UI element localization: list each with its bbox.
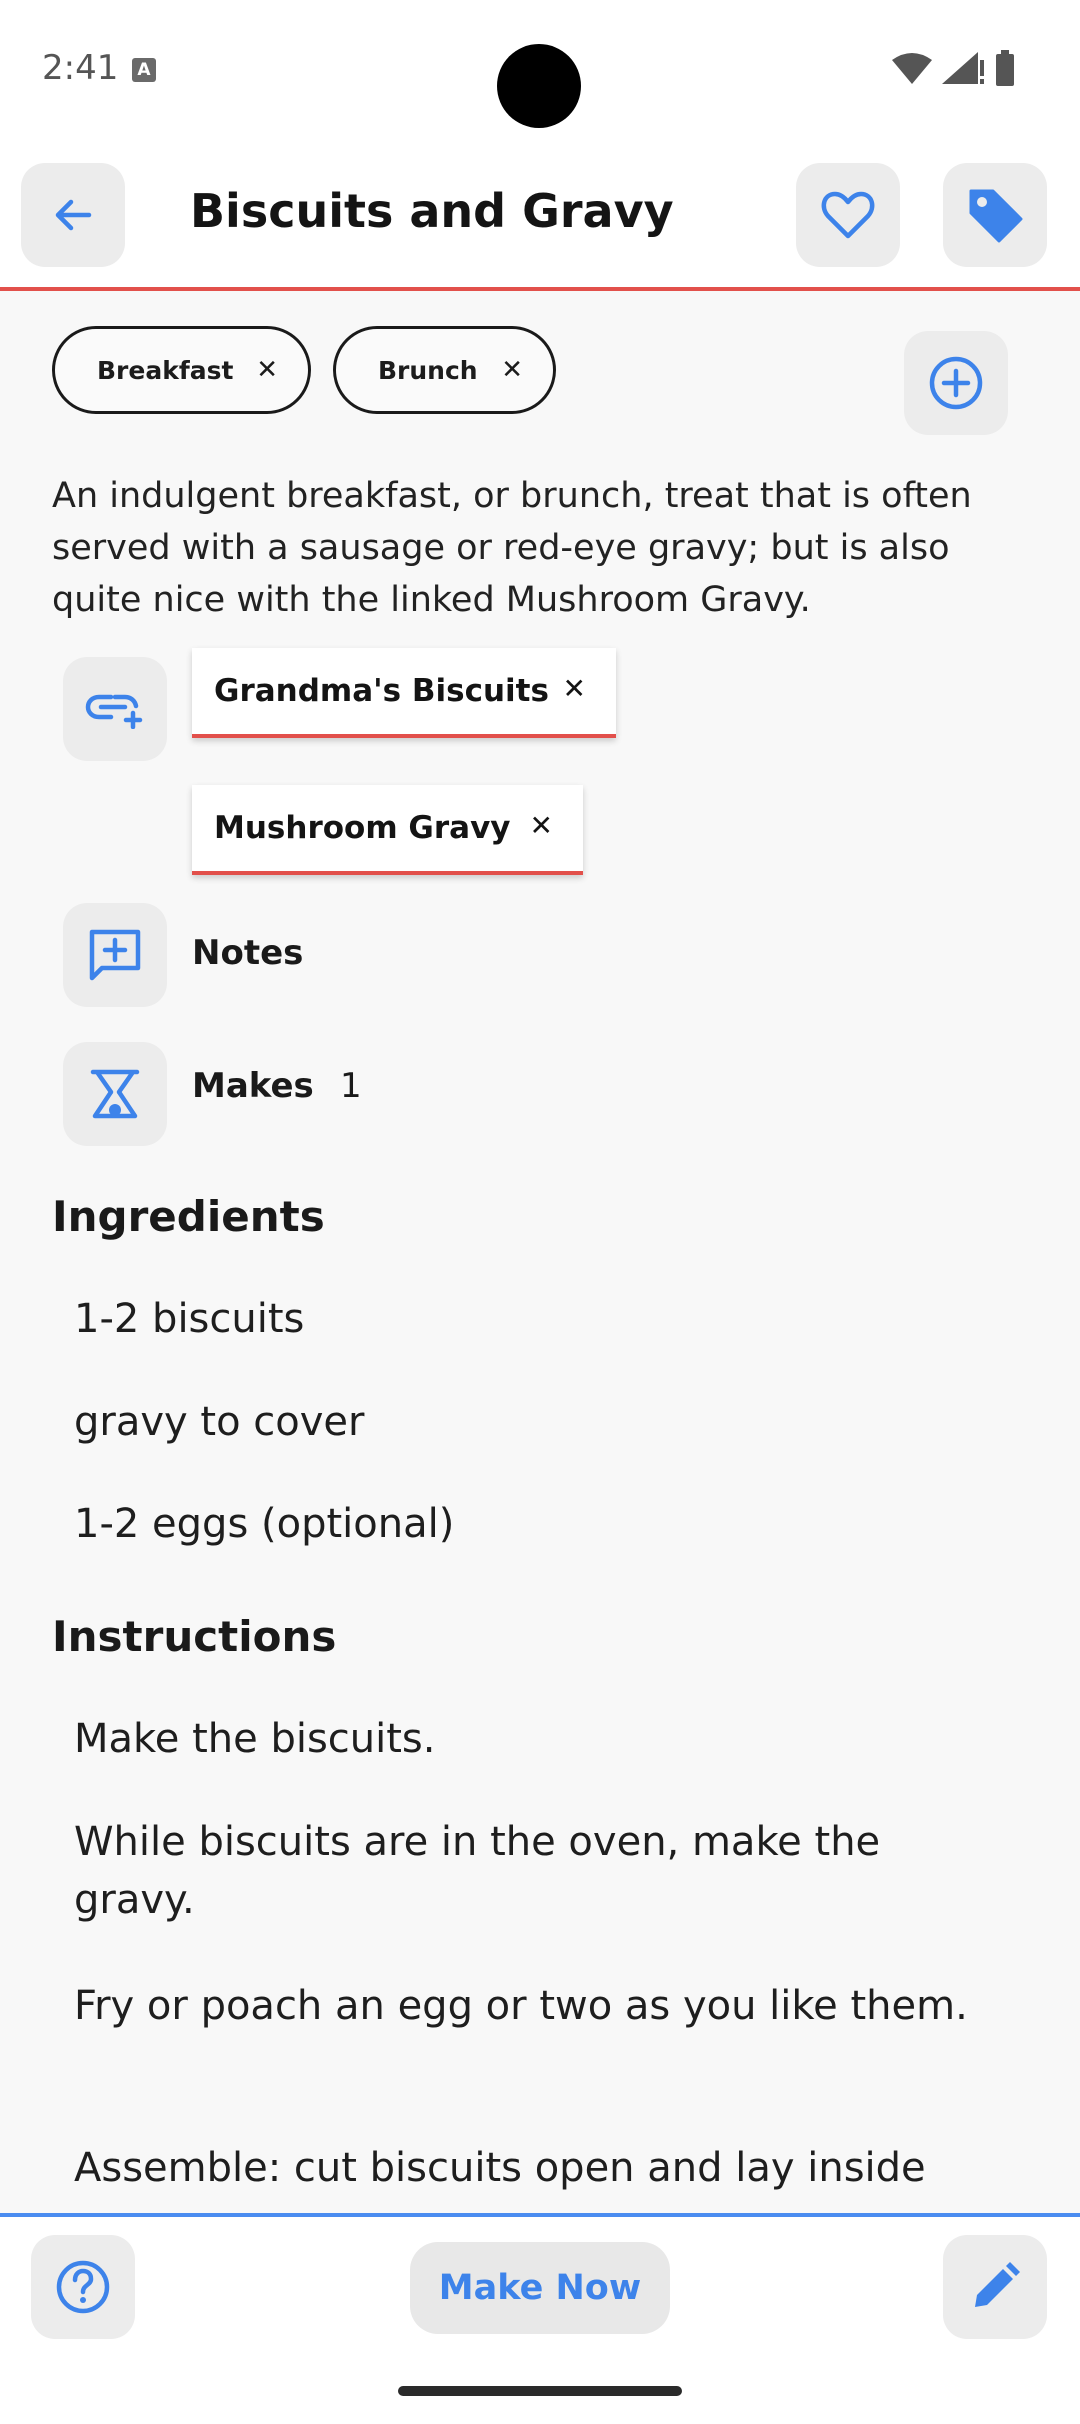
tag-chip-label: Breakfast bbox=[97, 355, 234, 385]
edit-button[interactable] bbox=[943, 2235, 1047, 2339]
status-icons bbox=[892, 50, 1014, 86]
status-bar: 2:41 A bbox=[0, 0, 1080, 145]
heart-outline-icon bbox=[821, 191, 875, 239]
add-link-icon bbox=[85, 694, 143, 729]
add-link-button[interactable] bbox=[63, 657, 167, 761]
add-circle-icon bbox=[929, 356, 983, 410]
ingredient-item[interactable]: gravy to cover bbox=[74, 1393, 1004, 1451]
pencil-icon bbox=[975, 2262, 1020, 2307]
makes-button[interactable] bbox=[63, 1042, 167, 1146]
status-time: 2:41 bbox=[42, 48, 119, 88]
help-circle-icon bbox=[56, 2260, 110, 2314]
add-tag-button[interactable] bbox=[904, 331, 1008, 435]
add-comment-icon bbox=[89, 929, 141, 981]
battery-icon bbox=[996, 50, 1014, 86]
tag-chip-breakfast[interactable]: Breakfast ✕ bbox=[52, 326, 311, 414]
signal-icon bbox=[942, 52, 984, 84]
ingredient-item[interactable]: 1-2 biscuits bbox=[74, 1290, 1004, 1348]
remove-link-icon[interactable]: ✕ bbox=[563, 672, 586, 705]
instructions-heading: Instructions bbox=[52, 1612, 337, 1661]
tag-button[interactable] bbox=[943, 163, 1047, 267]
linked-recipe-label: Grandma's Biscuits bbox=[214, 673, 549, 709]
bottom-divider bbox=[0, 2213, 1080, 2217]
tag-chip-brunch[interactable]: Brunch ✕ bbox=[333, 326, 556, 414]
tag-chip-label: Brunch bbox=[378, 355, 478, 385]
linked-recipe-grandmas-biscuits[interactable]: Grandma's Biscuits ✕ bbox=[192, 648, 616, 738]
ingredient-item[interactable]: 1-2 eggs (optional) bbox=[74, 1495, 1004, 1553]
camera-cutout bbox=[497, 44, 581, 128]
add-notes-button[interactable] bbox=[63, 903, 167, 1007]
instruction-item[interactable]: While biscuits are in the oven, make the… bbox=[74, 1813, 1004, 1929]
ingredients-heading: Ingredients bbox=[52, 1192, 325, 1241]
back-button[interactable] bbox=[21, 163, 125, 267]
remove-link-icon[interactable]: ✕ bbox=[530, 809, 553, 842]
makes-value[interactable]: 1 bbox=[340, 1066, 362, 1106]
makes-label: Makes bbox=[192, 1066, 314, 1106]
arrow-left-icon bbox=[55, 199, 92, 231]
instruction-item[interactable]: Fry or poach an egg or two as you like t… bbox=[74, 1977, 1004, 2035]
home-indicator[interactable] bbox=[398, 2386, 682, 2396]
recipe-description: An indulgent breakfast, or brunch, treat… bbox=[52, 476, 972, 620]
make-now-button[interactable]: Make Now bbox=[410, 2242, 670, 2334]
page-title: Biscuits and Gravy bbox=[190, 184, 674, 238]
wifi-icon bbox=[892, 53, 932, 84]
scale-icon bbox=[90, 1069, 140, 1119]
header-divider bbox=[0, 287, 1080, 291]
tag-icon bbox=[969, 189, 1023, 243]
linked-recipe-label: Mushroom Gravy bbox=[214, 810, 511, 846]
remove-tag-icon[interactable]: ✕ bbox=[256, 355, 278, 385]
favorite-button[interactable] bbox=[796, 163, 900, 267]
remove-tag-icon[interactable]: ✕ bbox=[501, 355, 523, 385]
notes-label: Notes bbox=[192, 933, 304, 973]
linked-recipe-mushroom-gravy[interactable]: Mushroom Gravy ✕ bbox=[192, 785, 583, 875]
instruction-item[interactable]: Assemble: cut biscuits open and lay insi… bbox=[74, 2139, 1004, 2197]
help-button[interactable] bbox=[31, 2235, 135, 2339]
notification-a-icon: A bbox=[132, 58, 156, 82]
instruction-item[interactable]: Make the biscuits. bbox=[74, 1710, 1004, 1768]
